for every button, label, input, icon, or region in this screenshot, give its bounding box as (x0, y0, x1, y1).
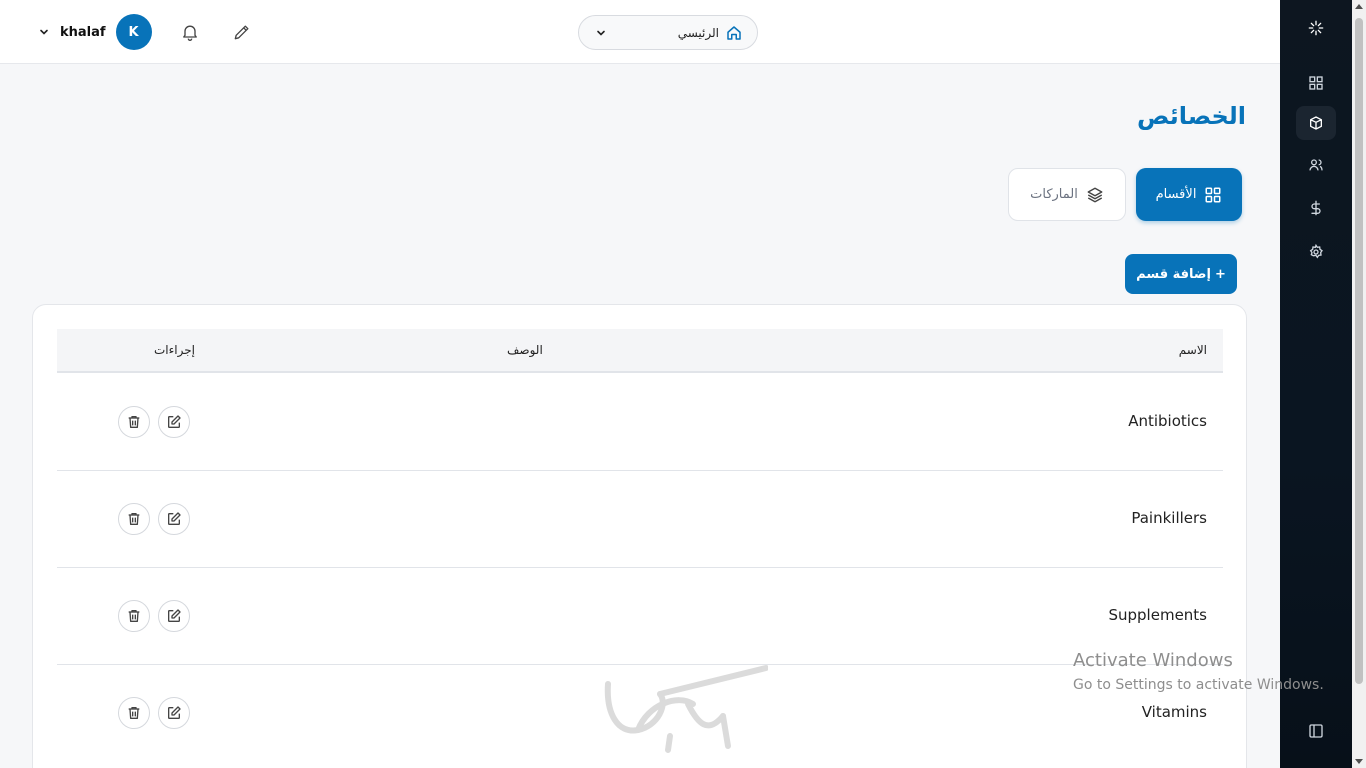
grid-icon (1309, 76, 1323, 90)
table-row: Supplements (57, 568, 1223, 665)
notifications-button[interactable] (178, 20, 202, 44)
edit-button[interactable] (230, 20, 254, 44)
sidebar-logo[interactable] (1296, 11, 1336, 45)
sidebar-item-users[interactable] (1296, 148, 1336, 182)
dollar-icon (1311, 200, 1321, 216)
sidebar-item-settings[interactable] (1296, 235, 1336, 269)
watermark-title: Activate Windows (1073, 650, 1233, 671)
sidebar-item-dashboard[interactable] (1296, 66, 1336, 100)
table-row: Antibiotics (57, 374, 1223, 471)
users-icon (1309, 159, 1323, 171)
delete-row-button[interactable] (118, 406, 150, 438)
username: khalaf (60, 24, 106, 40)
tab-label: الماركات (1030, 187, 1078, 202)
bell-icon (183, 25, 197, 41)
tab-brands[interactable]: الماركات (1008, 168, 1126, 221)
edit-icon (168, 609, 181, 622)
trash-icon (128, 610, 140, 622)
edit-row-button[interactable] (158, 697, 190, 729)
scroll-down-icon[interactable] (1355, 759, 1363, 764)
home-icon (727, 25, 741, 40)
scroll-up-icon[interactable] (1355, 4, 1363, 9)
delete-row-button[interactable] (118, 600, 150, 632)
scrollbar-thumb[interactable] (1355, 18, 1363, 684)
plus-icon: + (1214, 266, 1226, 282)
gear-icon (1309, 244, 1323, 259)
tab-categories[interactable]: الأقسام (1136, 168, 1242, 221)
top-bar: khalaf K الرئيسي (0, 0, 1280, 64)
category-name: Painkillers (1131, 509, 1207, 527)
column-header-actions: إجراءات (154, 343, 195, 357)
sidebar-item-products[interactable] (1296, 106, 1336, 140)
sidebar-collapse-button[interactable] (1296, 714, 1336, 748)
add-category-button[interactable]: + إضافة قسم (1125, 254, 1237, 294)
column-header-name: الاسم (1178, 343, 1207, 357)
panel-toggle-icon (1309, 724, 1323, 738)
chevron-down-icon (597, 30, 605, 36)
trash-icon (128, 513, 140, 525)
page-scrollbar[interactable] (1352, 0, 1366, 768)
edit-row-button[interactable] (158, 406, 190, 438)
table-row: Painkillers (57, 471, 1223, 568)
layers-icon (1087, 187, 1103, 202)
add-category-label: إضافة قسم (1136, 266, 1211, 282)
chevron-down-icon (40, 29, 48, 35)
category-name: Supplements (1108, 606, 1207, 624)
sidebar-item-finance[interactable] (1296, 191, 1336, 225)
brand-watermark-logo (604, 665, 768, 753)
table-header: الاسم الوصف إجراءات (57, 329, 1223, 373)
watermark-subtitle: Go to Settings to activate Windows. (1073, 677, 1324, 693)
category-name: Vitamins (1141, 703, 1207, 721)
delete-row-button[interactable] (118, 503, 150, 535)
spinner-icon (1308, 20, 1324, 36)
edit-icon (168, 706, 181, 719)
trash-icon (128, 707, 140, 719)
box-icon (1310, 116, 1322, 130)
category-name: Antibiotics (1128, 412, 1207, 430)
edit-icon (168, 512, 181, 525)
home-label: الرئيسي (677, 25, 719, 40)
edit-row-button[interactable] (158, 600, 190, 632)
tab-label: الأقسام (1155, 187, 1197, 202)
home-selector[interactable]: الرئيسي (578, 15, 758, 50)
trash-icon (128, 416, 140, 428)
column-header-description: الوصف (507, 343, 543, 357)
activate-windows-watermark: Activate Windows Go to Settings to activ… (1073, 650, 1324, 693)
avatar[interactable]: K (115, 14, 152, 50)
user-menu[interactable]: khalaf K (38, 14, 152, 50)
delete-row-button[interactable] (118, 697, 150, 729)
pen-icon (234, 25, 249, 40)
grid-icon (1205, 187, 1221, 202)
edit-icon (168, 415, 181, 428)
page-title: الخصائص (1137, 102, 1246, 130)
edit-row-button[interactable] (158, 503, 190, 535)
